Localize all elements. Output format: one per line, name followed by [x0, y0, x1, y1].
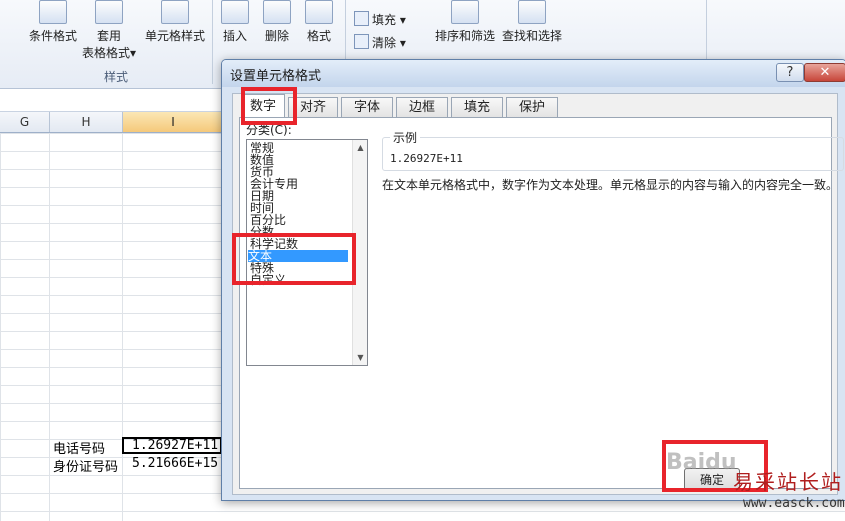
scroll-up-icon[interactable]: ▲: [353, 140, 367, 155]
delete-label: 删除: [264, 29, 289, 43]
find-select-button[interactable]: 查找和选择: [500, 0, 564, 44]
sort-filter-icon: [451, 0, 479, 24]
format-label: 格式: [306, 29, 331, 43]
help-button[interactable]: ?: [776, 63, 804, 82]
conditional-format-label: 条件格式: [28, 29, 77, 43]
delete-icon: [263, 0, 291, 24]
format-icon: [305, 0, 333, 24]
delete-button[interactable]: 删除: [260, 0, 294, 44]
column-header-h[interactable]: H: [50, 112, 123, 132]
tab-border[interactable]: 边框: [396, 97, 448, 117]
sample-value: 1.26927E+11: [390, 152, 463, 165]
highlight-box-number-tab: [241, 87, 297, 125]
column-header-i[interactable]: I: [123, 112, 224, 132]
table-format-label-2: 表格格式: [81, 46, 130, 60]
dialog-title: 设置单元格格式: [230, 69, 322, 84]
cell-value-phone[interactable]: 1.26927E+11: [132, 438, 218, 453]
close-button[interactable]: ✕: [804, 63, 845, 82]
cell-value-id[interactable]: 5.21666E+15: [132, 456, 218, 471]
grid-line: [49, 133, 50, 521]
binoculars-icon: [518, 0, 546, 24]
sample-label: 示例: [390, 129, 421, 146]
sort-filter-label: 排序和筛选: [434, 29, 495, 43]
ribbon-separator: [212, 0, 213, 84]
sort-filter-button[interactable]: 排序和筛选: [432, 0, 498, 44]
tab-font[interactable]: 字体: [341, 97, 393, 117]
watermark-logo: Baidu: [666, 450, 737, 475]
dialog-titlebar[interactable]: 设置单元格格式 ? ✕: [222, 60, 845, 87]
clear-label: 清除: [372, 36, 397, 50]
number-tab-panel: 分类(C): 常规 数值 货币 会计专用 日期 时间 百分比 分数 科学记数 文…: [239, 117, 844, 489]
watermark-site-name: 易采站长站: [733, 470, 843, 494]
conditional-format-button[interactable]: 条件格式: [28, 0, 78, 44]
eraser-icon: [354, 34, 369, 49]
find-select-label: 查找和选择: [501, 29, 562, 43]
highlight-box-text-category: [232, 233, 356, 285]
fill-icon: [354, 11, 369, 26]
insert-icon: [221, 0, 249, 24]
fill-label: 填充: [372, 13, 397, 27]
scroll-down-icon[interactable]: ▼: [353, 350, 367, 365]
cell-style-label: 单元格样式: [144, 29, 205, 43]
clear-button[interactable]: 清除 ▾: [354, 34, 406, 51]
tab-fill[interactable]: 填充: [451, 97, 503, 117]
styles-group-label: 样式: [104, 70, 129, 84]
insert-button[interactable]: 插入: [218, 0, 252, 44]
cell-label-phone[interactable]: 电话号码: [53, 438, 105, 457]
column-header-g[interactable]: G: [0, 112, 50, 132]
category-description: 在文本单元格格式中，数字作为文本处理。单元格显示的内容与输入的内容完全一致。: [382, 178, 839, 192]
table-format-icon: [95, 0, 123, 24]
cell-label-id[interactable]: 身份证号码: [53, 456, 123, 475]
watermark-url: www.easck.com: [743, 496, 845, 511]
cell-style-button[interactable]: 单元格样式: [142, 0, 208, 44]
format-button[interactable]: 格式: [302, 0, 336, 44]
table-format-button[interactable]: 套用 表格格式▾: [80, 0, 138, 61]
table-format-label: 套用: [96, 29, 121, 43]
dialog-body: 数字 对齐 字体 边框 填充 保护 分类(C): 常规 数值 货币 会计专用 日…: [232, 93, 844, 495]
fill-button[interactable]: 填充 ▾: [354, 11, 406, 28]
tab-protection[interactable]: 保护: [506, 97, 558, 117]
cell-style-icon: [161, 0, 189, 24]
conditional-format-icon: [39, 0, 67, 24]
insert-label: 插入: [222, 29, 247, 43]
